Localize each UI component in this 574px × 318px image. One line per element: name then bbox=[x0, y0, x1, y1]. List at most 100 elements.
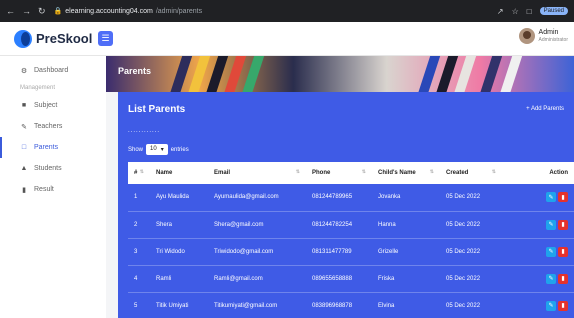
table-row: 5 Titik Umiyati Titikumiyati@gmail.com 0… bbox=[128, 292, 574, 318]
edit-icon[interactable]: ✎ bbox=[546, 273, 556, 284]
entries-value: 10 bbox=[150, 146, 157, 152]
window-icon[interactable]: □ bbox=[527, 7, 532, 16]
cell-index: 2 bbox=[134, 221, 138, 228]
sort-icon: ⇅ bbox=[491, 169, 496, 175]
edit-icon[interactable]: ✎ bbox=[546, 246, 556, 257]
edit-icon[interactable]: ✎ bbox=[546, 219, 556, 230]
column-header-index[interactable]: # ⇅ bbox=[128, 162, 150, 184]
teacher-icon: ✎ bbox=[21, 123, 27, 131]
sidebar-item-label: Teachers bbox=[34, 123, 63, 130]
cell-name: Shera bbox=[156, 221, 173, 228]
avatar bbox=[518, 28, 535, 44]
column-label: Action bbox=[549, 170, 568, 176]
sidebar-item-students[interactable]: ▲ Students bbox=[0, 158, 106, 179]
cell-name: Tri Widodo bbox=[156, 248, 185, 255]
cell-action: ✎ ▮ bbox=[502, 211, 574, 238]
delete-icon[interactable]: ▮ bbox=[558, 273, 568, 284]
entries-label: entries bbox=[170, 146, 189, 153]
edit-icon[interactable]: ✎ bbox=[546, 300, 556, 311]
cell-action: ✎ ▮ bbox=[502, 238, 574, 265]
column-header-name[interactable]: Name bbox=[150, 162, 208, 184]
column-header-phone[interactable]: Phone ⇅ bbox=[306, 162, 372, 184]
column-header-action: Action bbox=[502, 162, 574, 184]
column-label: # bbox=[134, 170, 138, 176]
edit-icon[interactable]: ✎ bbox=[546, 192, 556, 203]
sidebar-item-dashboard[interactable]: ⚙ Dashboard bbox=[0, 60, 106, 81]
column-label: Email bbox=[214, 170, 231, 176]
cell-child-name: Hanna bbox=[378, 221, 396, 228]
banner-decoration bbox=[497, 56, 525, 92]
column-label: Created bbox=[446, 170, 469, 176]
sidebar-item-label: Students bbox=[34, 165, 62, 172]
star-icon[interactable]: ☆ bbox=[512, 7, 519, 16]
lock-icon: 🔒 bbox=[53, 8, 63, 15]
sidebar-item-teachers[interactable]: ✎ Teachers bbox=[0, 116, 106, 137]
cell-index: 1 bbox=[134, 194, 138, 201]
entries-length-control: Show 10 ▾ entries bbox=[128, 144, 189, 155]
app-header: PreSkool ☰ Admin Administrator bbox=[0, 22, 574, 56]
forward-icon[interactable]: → bbox=[22, 6, 31, 17]
column-header-child-name[interactable]: Child's Name ⇅ bbox=[372, 162, 440, 184]
reload-icon[interactable]: ↻ bbox=[38, 6, 46, 17]
delete-icon[interactable]: ▮ bbox=[558, 246, 568, 257]
show-label: Show bbox=[128, 146, 144, 153]
cell-email: Triwidodo@gmail.com bbox=[214, 248, 274, 255]
url-host: elearning.accounting04.com bbox=[65, 7, 153, 15]
cell-created: 05 Dec 2022 bbox=[446, 275, 481, 282]
sort-icon: ⇅ bbox=[429, 169, 434, 175]
cell-email: Ayumaulida@gmail.com bbox=[214, 194, 279, 201]
add-parents-button[interactable]: + Add Parents bbox=[526, 106, 564, 112]
graduation-cap-icon: ▲ bbox=[20, 165, 28, 172]
table-row: 1 Ayu Maulida Ayumaulida@gmail.com 08124… bbox=[128, 184, 574, 211]
parents-table: # ⇅ Name Email ⇅ Phone ⇅ Child's Name ⇅ Crea… bbox=[128, 162, 574, 318]
menu-toggle-button[interactable]: ☰ bbox=[98, 31, 113, 46]
sidebar: ⚙ Dashboard Management ■ Subject ✎ Teach… bbox=[0, 56, 106, 318]
user-menu[interactable]: Admin Administrator bbox=[518, 28, 568, 44]
cell-child-name: Jovanka bbox=[378, 194, 401, 201]
card-title: List Parents bbox=[128, 104, 186, 115]
address-bar[interactable]: 🔒 elearning.accounting04.com/admin/paren… bbox=[53, 7, 497, 16]
parents-icon: □ bbox=[21, 144, 27, 151]
logo[interactable]: PreSkool bbox=[0, 29, 96, 48]
column-header-email[interactable]: Email ⇅ bbox=[208, 162, 306, 184]
parents-list-card: List Parents + Add Parents ............ … bbox=[118, 92, 574, 318]
cell-child-name: Elvina bbox=[378, 302, 395, 309]
sidebar-item-parents[interactable]: □ Parents bbox=[0, 137, 106, 158]
logo-icon bbox=[14, 29, 32, 48]
cell-phone: 083896968878 bbox=[312, 302, 353, 309]
entries-select[interactable]: 10 ▾ bbox=[146, 144, 168, 155]
table-header-row: # ⇅ Name Email ⇅ Phone ⇅ Child's Name ⇅ Crea… bbox=[128, 162, 574, 184]
url-path: /admin/parents bbox=[155, 7, 203, 15]
page-banner: Parents bbox=[106, 56, 574, 92]
sidebar-item-result[interactable]: ▮ Result bbox=[0, 179, 106, 200]
dashboard-icon: ⚙ bbox=[20, 67, 28, 75]
cell-index: 4 bbox=[134, 275, 138, 282]
app-name: PreSkool bbox=[36, 31, 93, 46]
table-row: 4 Ramli Ramli@gmail.com 089655658888 Fri… bbox=[128, 265, 574, 292]
delete-icon[interactable]: ▮ bbox=[558, 300, 568, 311]
cell-name: Ayu Maulida bbox=[156, 194, 189, 201]
column-label: Phone bbox=[312, 170, 331, 176]
divider-dots: ............ bbox=[128, 128, 161, 134]
cell-created: 05 Dec 2022 bbox=[446, 194, 481, 201]
subject-icon: ■ bbox=[21, 102, 27, 109]
cell-phone: 081244782254 bbox=[312, 221, 353, 228]
cell-phone: 081244789965 bbox=[312, 194, 353, 201]
sidebar-item-label: Subject bbox=[34, 102, 58, 109]
cell-name: Ramli bbox=[156, 275, 172, 282]
cell-email: Shera@gmail.com bbox=[214, 221, 264, 228]
banner-decoration bbox=[477, 56, 505, 92]
delete-icon[interactable]: ▮ bbox=[558, 219, 568, 230]
share-icon[interactable]: ↗ bbox=[497, 7, 504, 16]
back-icon[interactable]: ← bbox=[6, 6, 15, 17]
sort-icon: ⇅ bbox=[361, 169, 366, 175]
browser-toolbar: ← → ↻ 🔒 elearning.accounting04.com/admin… bbox=[0, 0, 574, 22]
paused-badge[interactable]: Paused bbox=[539, 7, 568, 15]
cell-child-name: Grizelle bbox=[378, 248, 399, 255]
column-header-created[interactable]: Created ⇅ bbox=[440, 162, 502, 184]
table-row: 2 Shera Shera@gmail.com 081244782254 Han… bbox=[128, 211, 574, 238]
delete-icon[interactable]: ▮ bbox=[558, 192, 568, 203]
sidebar-item-subject[interactable]: ■ Subject bbox=[0, 95, 106, 116]
cell-email: Titikumiyati@gmail.com bbox=[214, 302, 278, 309]
cell-created: 05 Dec 2022 bbox=[446, 221, 481, 228]
